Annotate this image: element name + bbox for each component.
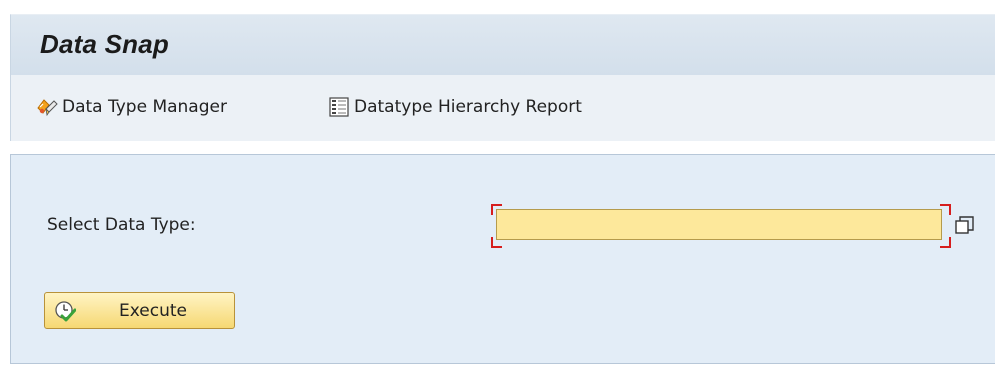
select-data-type-label: Select Data Type: bbox=[47, 215, 196, 235]
title-bar: Data Snap bbox=[10, 14, 995, 76]
select-data-type-input[interactable] bbox=[496, 209, 942, 240]
data-type-manager-button[interactable]: Data Type Manager bbox=[35, 95, 227, 119]
data-type-manager-label: Data Type Manager bbox=[62, 97, 227, 117]
execute-button[interactable]: Execute bbox=[44, 292, 235, 329]
datatype-hierarchy-report-button[interactable]: Datatype Hierarchy Report bbox=[327, 95, 582, 119]
value-help-icon[interactable] bbox=[954, 214, 976, 236]
report-icon bbox=[327, 95, 351, 119]
datatype-hierarchy-report-label: Datatype Hierarchy Report bbox=[354, 97, 582, 117]
page-title: Data Snap bbox=[40, 29, 169, 59]
execute-clock-check-icon bbox=[54, 300, 77, 322]
select-data-type-field bbox=[491, 204, 951, 248]
selection-panel: Select Data Type: Execute bbox=[10, 154, 995, 364]
application-toolbar: Data Type Manager Datatype Hierarchy Rep… bbox=[10, 75, 995, 141]
data-type-manager-icon bbox=[35, 95, 59, 119]
execute-label: Execute bbox=[119, 301, 187, 321]
